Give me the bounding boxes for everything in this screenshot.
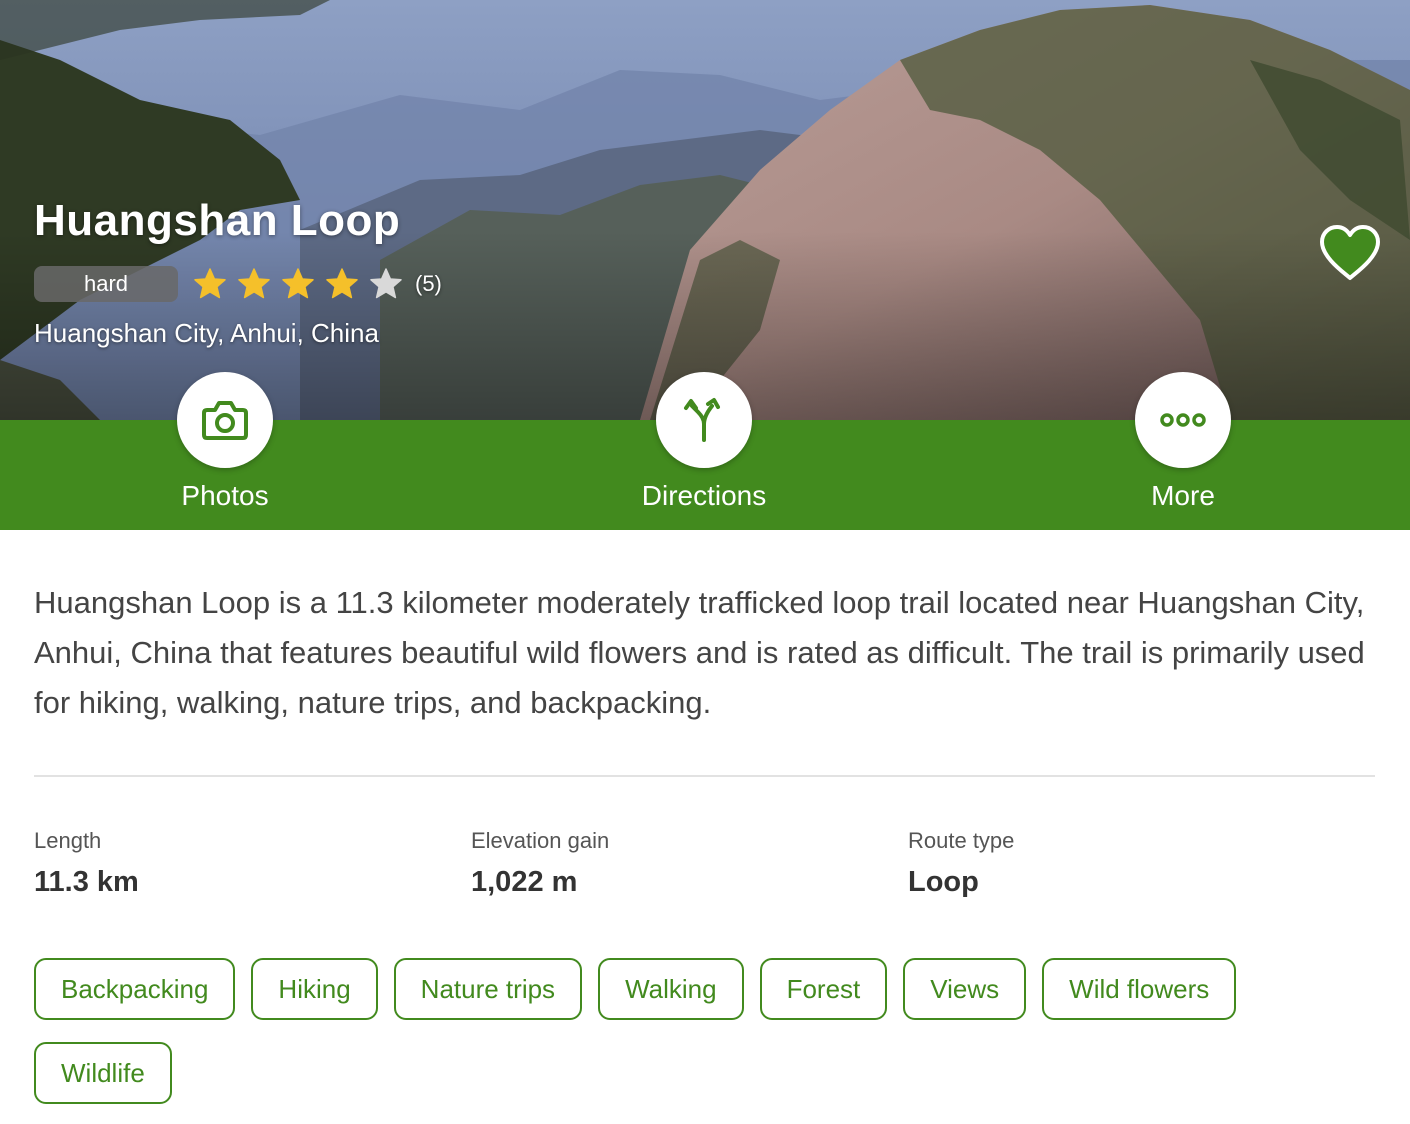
photos-button[interactable]: Photos xyxy=(125,372,325,512)
activity-tags: Backpacking Hiking Nature trips Walking … xyxy=(34,958,1304,1104)
hero-image: Huangshan Loop hard (5) Huangshan City, … xyxy=(0,0,1410,420)
tag-chip[interactable]: Views xyxy=(903,958,1027,1020)
tag-chip[interactable]: Wild flowers xyxy=(1042,958,1237,1020)
star-empty-icon xyxy=(369,267,403,301)
stat-elevation-label: Elevation gain xyxy=(471,828,610,853)
review-count[interactable]: (5) xyxy=(415,271,442,297)
stat-length: Length 11.3 km xyxy=(34,828,434,899)
more-label: More xyxy=(1151,480,1215,511)
stat-length-value: 11.3 km xyxy=(34,866,139,898)
stat-route-type: Route type Loop xyxy=(908,828,1308,899)
more-icon xyxy=(1160,413,1206,427)
trail-description: Huangshan Loop is a 11.3 kilometer moder… xyxy=(34,585,1365,720)
stat-length-label: Length xyxy=(34,828,102,853)
directions-label: Directions xyxy=(641,480,767,511)
stat-route-label: Route type xyxy=(908,828,1015,853)
tag-chip[interactable]: Nature trips xyxy=(393,958,583,1020)
star-filled-icon xyxy=(281,267,315,301)
divider xyxy=(34,775,1375,777)
star-filled-icon xyxy=(237,267,271,301)
photos-label: Photos xyxy=(181,480,269,511)
tag-chip[interactable]: Hiking xyxy=(251,958,378,1020)
star-filled-icon xyxy=(325,267,359,301)
camera-icon xyxy=(202,401,248,440)
star-filled-icon xyxy=(193,267,227,301)
more-button[interactable]: More xyxy=(1083,372,1283,512)
tag-chip[interactable]: Forest xyxy=(759,958,888,1020)
stat-elevation: Elevation gain 1,022 m xyxy=(471,828,871,899)
difficulty-badge: hard xyxy=(34,266,178,302)
directions-button[interactable]: Directions xyxy=(604,372,804,512)
tag-chip[interactable]: Walking xyxy=(598,958,744,1020)
favorite-heart-icon[interactable] xyxy=(1318,224,1382,282)
rating-row: hard (5) xyxy=(34,266,442,302)
star-rating xyxy=(193,267,413,301)
stat-elevation-value: 1,022 m xyxy=(471,866,578,898)
directions-button-circle[interactable] xyxy=(656,372,752,468)
trail-title: Huangshan Loop xyxy=(34,196,401,245)
photos-button-circle[interactable] xyxy=(177,372,273,468)
tag-chip[interactable]: Wildlife xyxy=(34,1042,172,1104)
stat-route-value: Loop xyxy=(908,866,979,898)
more-button-circle[interactable] xyxy=(1135,372,1231,468)
tag-chip[interactable]: Backpacking xyxy=(34,958,236,1020)
directions-icon xyxy=(684,398,720,442)
trail-location: Huangshan City, Anhui, China xyxy=(34,318,379,348)
